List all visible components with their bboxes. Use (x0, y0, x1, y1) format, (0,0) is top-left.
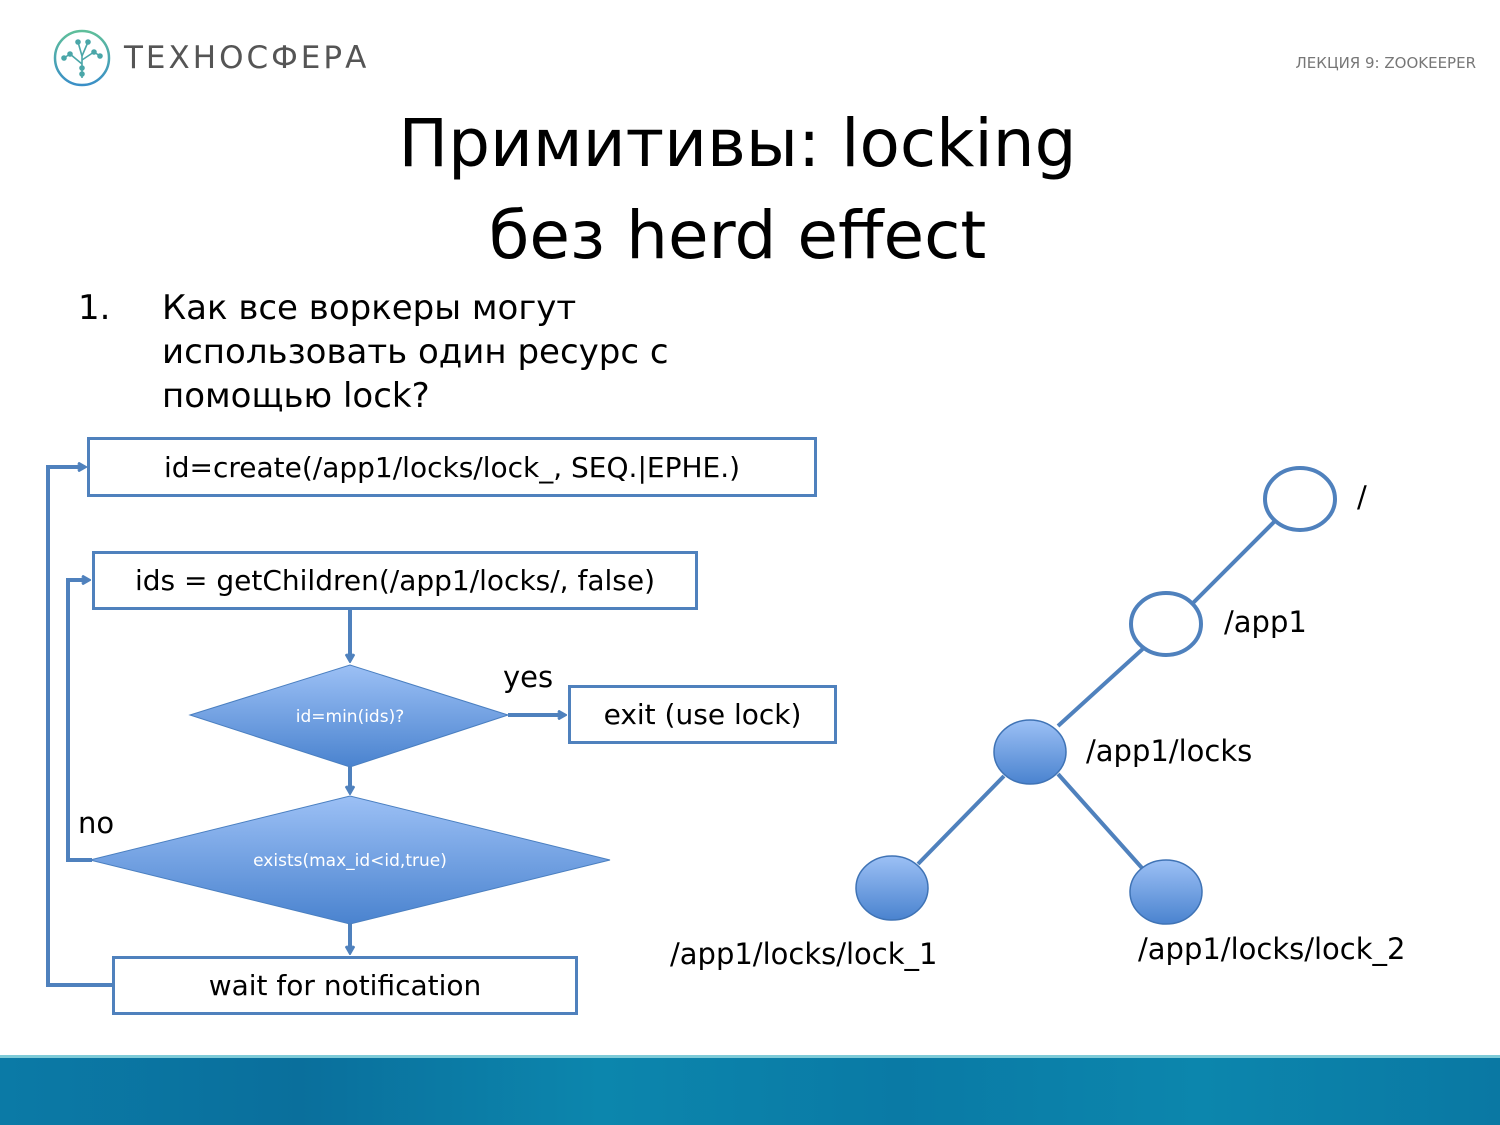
create-step-box: id=create(/app1/locks/lock_, SEQ.|EPHE.) (87, 437, 817, 497)
decision-exists-text: exists(max_id<id,true) (253, 851, 447, 871)
tree-node-lock1 (855, 855, 929, 921)
no-label: no (78, 806, 115, 840)
tree-edge-locks-lock2 (1056, 772, 1144, 870)
create-step-text: id=create(/app1/locks/lock_, SEQ.|EPHE.) (163, 450, 741, 484)
tree-label-root: / (1357, 480, 1367, 514)
tree-node-lock2 (1129, 859, 1203, 925)
connector-wait-loop (46, 467, 114, 987)
tree-edge-app1-locks (1056, 644, 1148, 728)
tree-node-root (1263, 466, 1337, 532)
footer-band (0, 1055, 1500, 1125)
yes-label: yes (503, 660, 554, 694)
tree-label-lock2: /app1/locks/lock_2 (1138, 932, 1406, 966)
exit-step-box: exit (use lock) (568, 685, 837, 744)
wait-step-text: wait for notification (208, 969, 482, 1002)
tree-label-app1: /app1 (1224, 605, 1307, 639)
get-children-step-box: ids = getChildren(/app1/locks/, false) (92, 551, 698, 610)
tree-edge-locks-lock1 (916, 774, 1006, 866)
wait-step-box: wait for notification (112, 956, 578, 1015)
tree-label-lock1: /app1/locks/lock_1 (670, 937, 938, 971)
tree-label-locks: /app1/locks (1086, 734, 1253, 768)
get-children-step-text: ids = getChildren(/app1/locks/, false) (134, 564, 656, 597)
tree-node-app1 (1129, 591, 1203, 657)
tree-node-locks (993, 719, 1067, 785)
decision-min-text: id=min(ids)? (295, 707, 405, 727)
tree-edge-root-app1 (1190, 518, 1278, 606)
exit-step-text: exit (use lock) (603, 698, 802, 731)
